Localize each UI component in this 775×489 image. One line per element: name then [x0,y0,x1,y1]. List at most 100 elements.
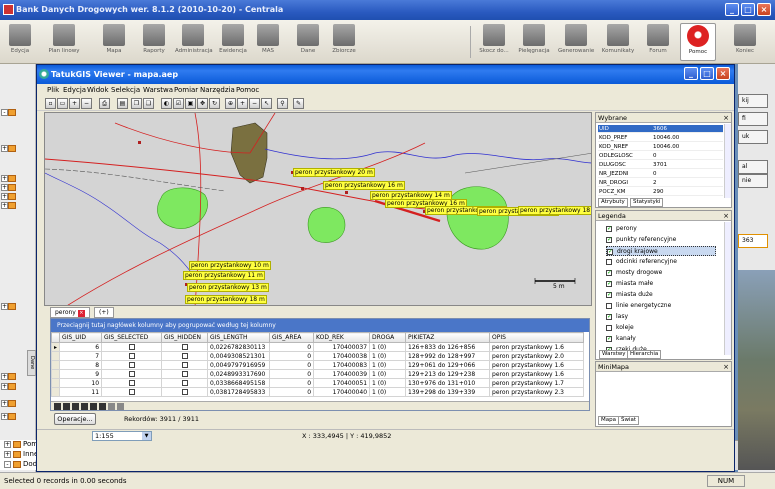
zoom-out-icon[interactable]: − [249,98,260,109]
legend-item-odcinki-referencyjne[interactable]: odcinki referencyjne [606,257,716,267]
col-pikietaz[interactable]: PIKIETAZ [405,332,491,343]
attr-row[interactable]: POCZ_KM 290 [598,188,723,196]
prev-record-icon[interactable] [72,403,79,410]
tree-node[interactable]: + [1,302,16,311]
col-opis[interactable]: OPIS [489,332,585,343]
toolbar-dane[interactable]: Dane [290,23,326,61]
attr-row[interactable]: KOD_NREF 10046.00 [598,143,723,151]
toolbar-komunikaty[interactable]: Komunikaty [600,23,636,61]
tab-mapa[interactable]: Mapa [598,416,619,425]
attr-row[interactable]: NR_DROGI 2 [598,179,723,187]
legend-icon[interactable]: ◐ [161,98,172,109]
add-layer-icon[interactable]: + [69,98,80,109]
tree-node[interactable]: + [1,192,16,201]
insert-record-icon[interactable] [108,403,115,410]
chevron-down-icon[interactable]: ▼ [142,432,151,440]
legend-item-miasta-duze[interactable]: miasta duże [606,290,716,300]
menu-plik[interactable]: Plik [47,86,59,94]
selected-checkbox[interactable] [128,344,135,350]
maximize-button[interactable]: □ [741,3,755,16]
legend-item-koleje[interactable]: koleje [606,323,716,333]
legend-item-miasta-male[interactable]: miasta małe [606,279,716,289]
right-button-3[interactable]: uk [738,130,768,144]
dane-side-tab[interactable]: Dane [27,350,36,376]
col-gis-area[interactable]: GIS_AREA [269,332,315,343]
layer-checkbox[interactable] [606,269,612,276]
toolbar-koniec[interactable]: Koniec [727,23,763,61]
tree-node[interactable]: + [1,399,16,408]
hidden-checkbox[interactable] [181,380,188,386]
selected-checkbox[interactable] [128,353,135,359]
tree-node[interactable]: + [1,174,16,183]
hidden-checkbox[interactable] [181,362,188,368]
refresh-icon[interactable]: ↻ [209,98,220,109]
tab-swiat[interactable]: Świat [618,416,640,425]
tab-hierarchia[interactable]: Hierarchia [627,350,662,359]
table-row[interactable]: ▸ 6 0,0226782830113 0 170400037 1 (0) 12… [51,342,585,352]
hidden-checkbox[interactable] [181,344,188,350]
zoom-in-icon[interactable]: + [237,98,248,109]
close-icon[interactable]: × [723,211,729,221]
pointer-icon[interactable]: ↖ [261,98,272,109]
tree-node[interactable]: + [1,144,16,153]
selected-checkbox[interactable] [128,389,135,395]
col-gis-uid[interactable]: GIS_UID [59,332,103,343]
attr-row[interactable]: NR_JEZDNI 0 [598,170,723,178]
filter-icon[interactable] [117,403,124,410]
layer-checkbox[interactable] [606,280,612,287]
toolbar-raporty[interactable]: Raporty [136,23,172,61]
last-record-icon[interactable] [99,403,106,410]
new-icon[interactable]: ▫ [45,98,56,109]
window-icon[interactable]: ▣ [185,98,196,109]
attr-row[interactable]: UID 3606 [598,125,723,133]
tree-item-inne[interactable]: + Inne [4,450,38,459]
legend-item-mosty-drogowe[interactable]: mosty drogowe [606,268,716,278]
legend-item-linie-energetyczne[interactable]: linie energetyczne [606,301,716,311]
legend-item-kanaly[interactable]: kanały [606,334,716,344]
table-row[interactable]: 9 0,0248993317690 0 170400039 1 (0) 129+… [51,369,585,379]
close-icon[interactable]: × [723,113,729,123]
next-record-icon[interactable] [81,403,88,410]
hidden-checkbox[interactable] [181,389,188,395]
table-row[interactable]: 11 0,0381728495833 0 170400040 1 (0) 139… [51,387,585,397]
group-by-panel[interactable]: Przeciągnij tutaj nagłówek kolumny aby p… [51,319,589,332]
toolbar-pomoc[interactable]: Pomoc [680,23,716,61]
viewer-maximize-button[interactable]: □ [700,67,714,80]
toolbar-skocz-do[interactable]: Skocz do... [476,23,512,61]
layer-checkbox[interactable] [606,225,612,232]
attr-row[interactable]: ODLEGLOSC 0 [598,152,723,160]
layer-checkbox[interactable] [606,236,612,243]
toolbar-mas[interactable]: MAS [250,23,286,61]
layer-checkbox[interactable] [606,291,612,298]
hidden-checkbox[interactable] [181,371,188,377]
toolbar-ewidencja[interactable]: Ewidencja [215,23,251,61]
right-button-4[interactable]: al [738,160,768,174]
tab-perony[interactable]: perony × [50,307,90,318]
viewer-minimize-button[interactable]: _ [684,67,698,80]
open-icon[interactable]: ▭ [57,98,68,109]
remove-layer-icon[interactable]: − [81,98,92,109]
menu-narzedzia[interactable]: Narzędzia [200,86,235,94]
table-row[interactable]: 10 0,0338668495158 0 170400051 1 (0) 130… [51,378,585,388]
next-page-icon[interactable] [90,403,97,410]
toolbar-edycja[interactable]: Edycja [2,23,38,61]
tree-node[interactable]: - [1,108,16,117]
measure-icon[interactable]: ⚲ [277,98,288,109]
menu-warstwa[interactable]: Warstwa [143,86,173,94]
print-icon[interactable]: ⎙ [99,98,110,109]
attr-row[interactable]: DLUGOSC 3701 [598,161,723,169]
menu-pomoc[interactable]: Pomoc [236,86,259,94]
menu-edycja[interactable]: Edycja [63,86,86,94]
toolbar-zbiorcze[interactable]: Zbiorcze [326,23,362,61]
prev-page-icon[interactable] [63,403,70,410]
legend-item-punkty-referencyjne[interactable]: punkty referencyjne [606,235,716,245]
col-kod-rek[interactable]: KOD_REK [313,332,371,343]
col-gis-hidden[interactable]: GIS_HIDDEN [161,332,209,343]
toolbar-pielegnacja[interactable]: Pielęgnacja [516,23,552,61]
paste-icon[interactable]: ❏ [143,98,154,109]
tab-atrybuty[interactable]: Atrybuty [598,198,628,207]
layer-checkbox[interactable] [606,335,612,342]
toolbar-generowanie[interactable]: Generowanie [558,23,594,61]
layer-checkbox[interactable] [606,302,612,309]
col-gis-length[interactable]: GIS_LENGTH [207,332,271,343]
